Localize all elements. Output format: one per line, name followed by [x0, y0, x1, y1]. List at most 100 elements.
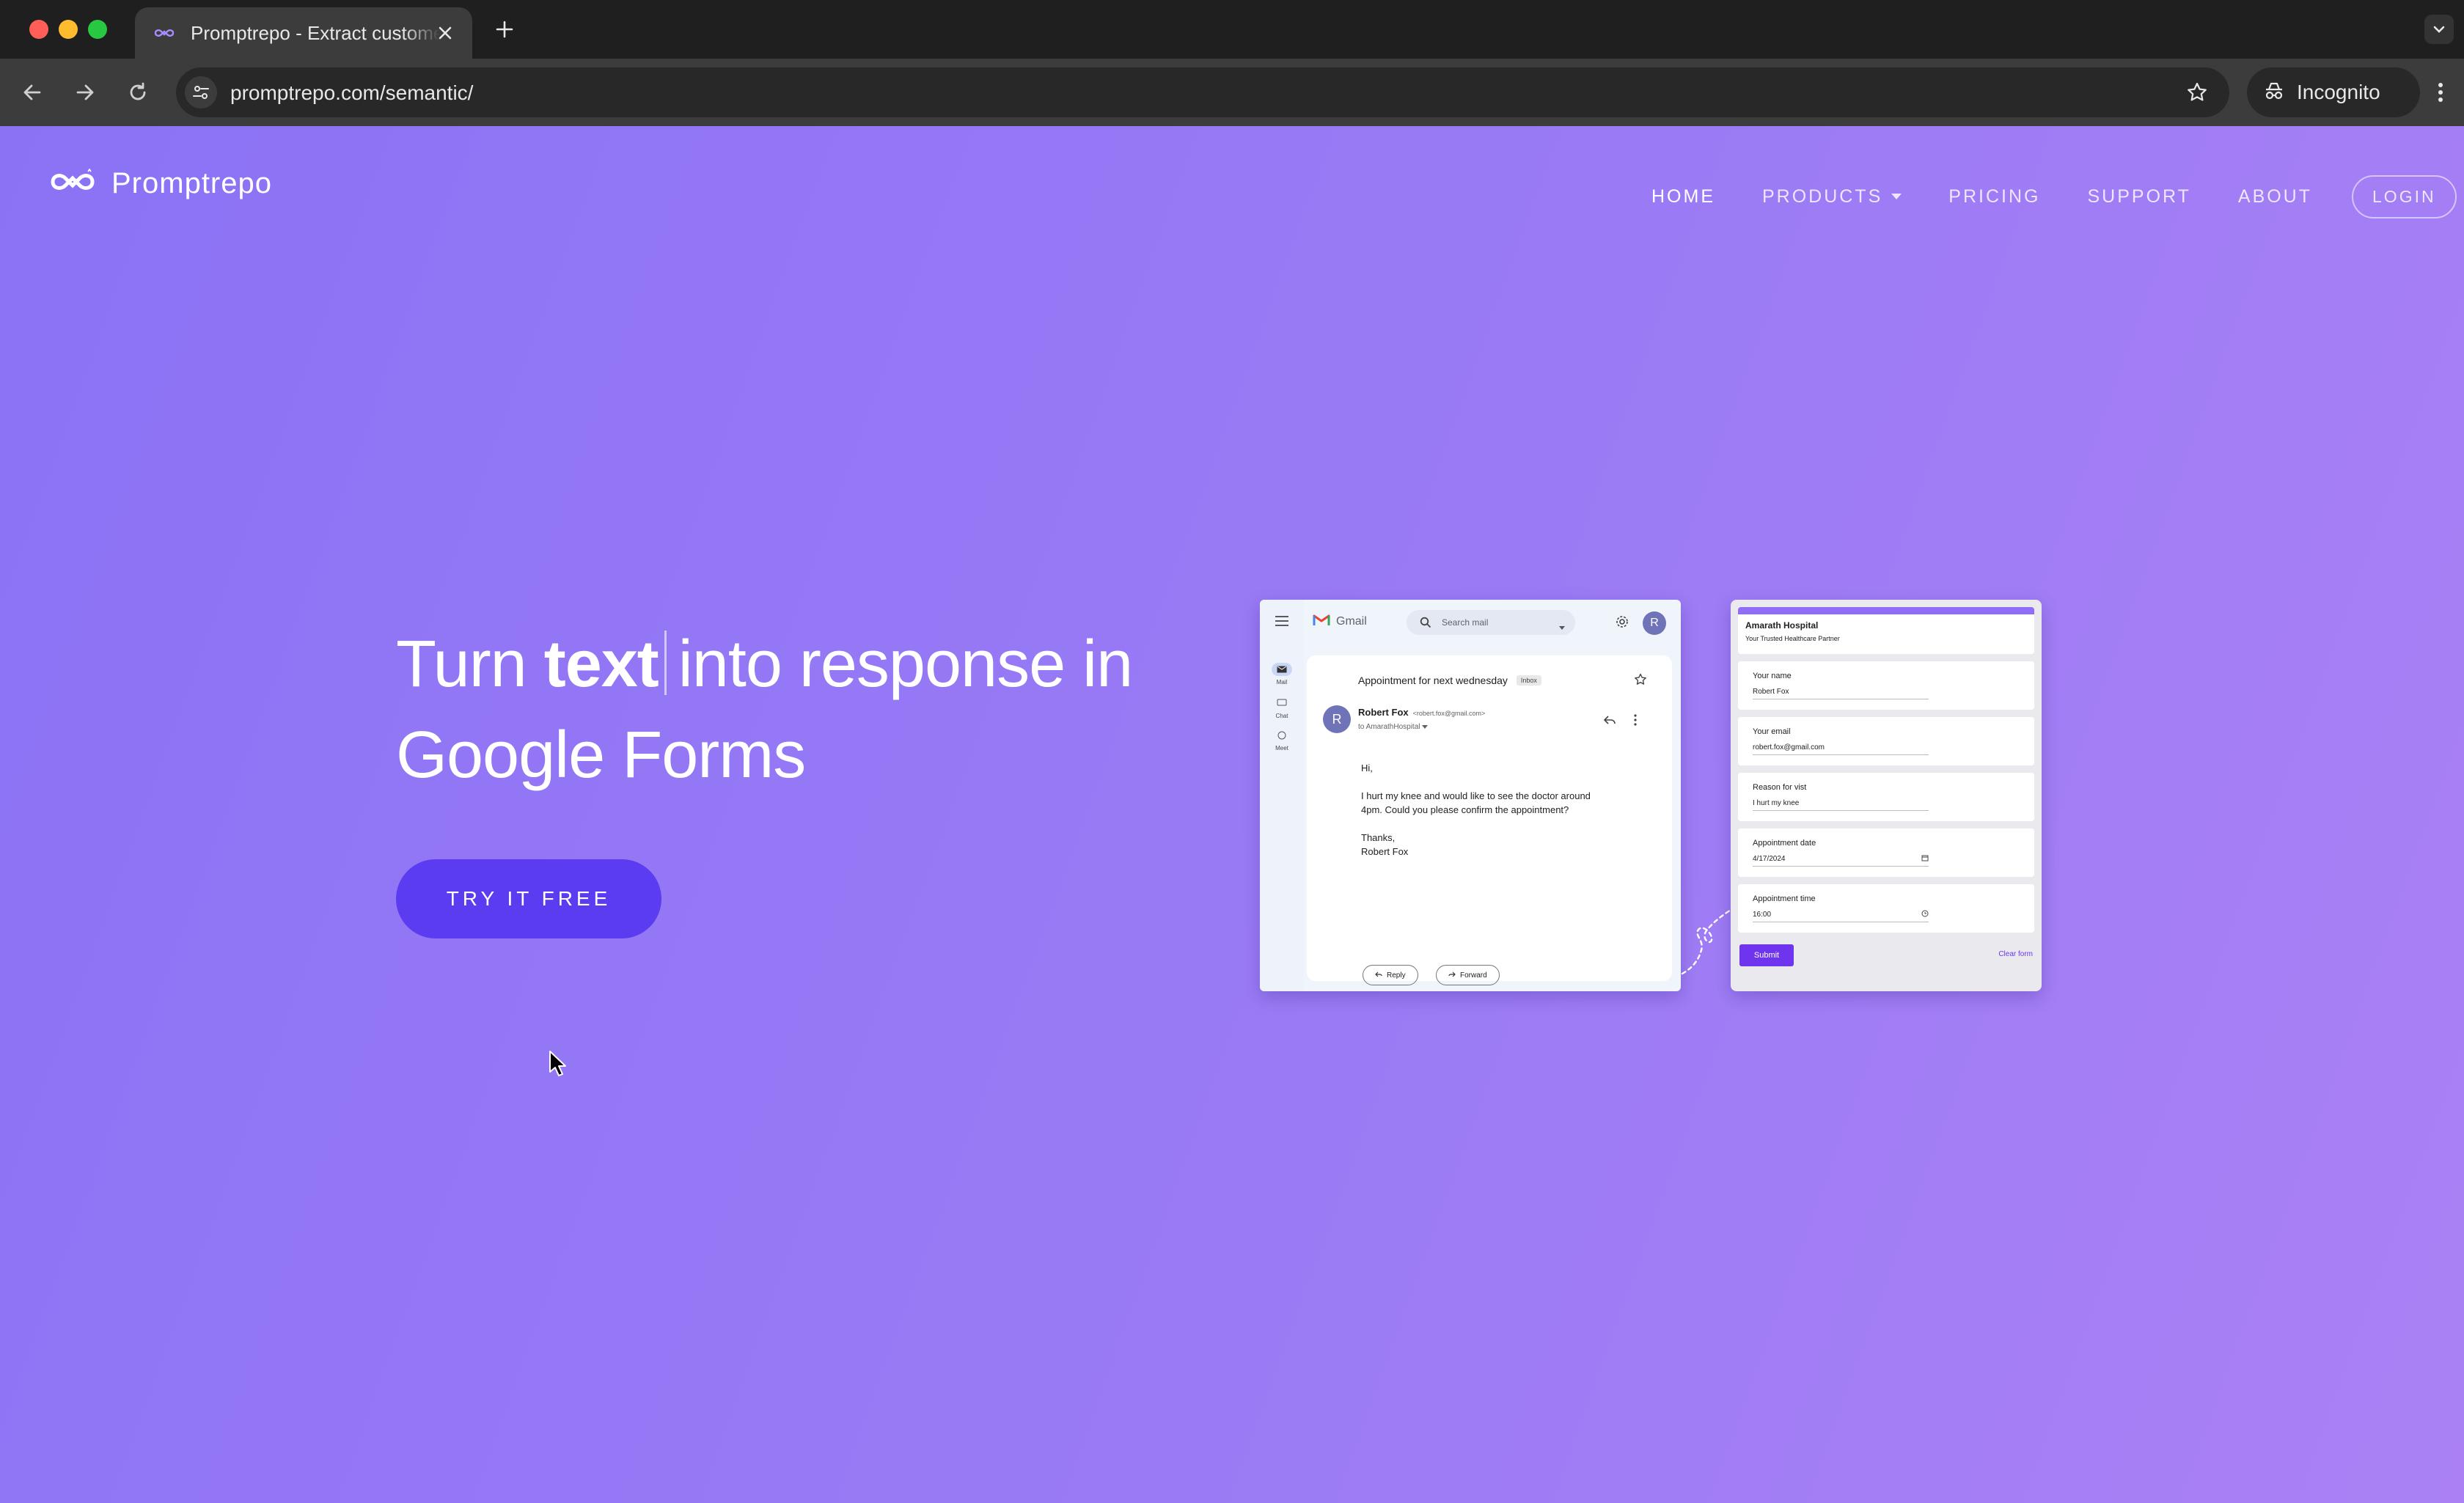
incognito-profile-button[interactable]: Incognito: [2247, 67, 2420, 117]
new-tab-plus-icon[interactable]: [490, 15, 519, 44]
tab-search-chevron-down-icon[interactable]: [2424, 15, 2454, 44]
form-field-email: Your email robert.fox@gmail.com: [1738, 717, 2034, 765]
browser-tab-bar: Promptrepo - Extract customer data: [0, 0, 2464, 59]
back-arrow-icon[interactable]: [15, 75, 50, 110]
site-logo[interactable]: Promptrepo: [48, 167, 272, 200]
email-subject: Appointment for next wednesday: [1358, 675, 1508, 686]
form-field-date: Appointment date 4/17/2024: [1738, 828, 2034, 877]
email-body-main: I hurt my knee and would like to see the…: [1361, 790, 1591, 815]
try-it-free-button[interactable]: TRY IT FREE: [396, 859, 661, 938]
hero-headline-line2: Google Forms: [396, 719, 806, 792]
gear-icon: [1615, 614, 1629, 633]
form-field-value: Robert Fox: [1753, 688, 1929, 699]
email-body-greeting: Hi,: [1361, 762, 1373, 773]
google-form-mockup: Amarath Hospital Your Trusted Healthcare…: [1731, 600, 2042, 991]
more-vertical-icon: [1634, 714, 1637, 730]
gmail-side-rail: Mail Chat Meet: [1260, 600, 1304, 991]
form-field-value: I hurt my knee: [1753, 799, 1929, 811]
nav-products-label: PRODUCTS: [1762, 185, 1883, 207]
gmail-rail-mail-label: Mail: [1276, 679, 1288, 686]
mouse-pointer-icon: [549, 1050, 568, 1081]
reply-small-icon: [1375, 971, 1382, 980]
gmail-search-bar: Search mail: [1407, 610, 1575, 635]
gmail-email-card: Appointment for next wednesday Inbox R R…: [1307, 655, 1672, 985]
reply-arrow-icon: [1603, 714, 1616, 730]
meet-video-icon: [1272, 729, 1292, 742]
promptrepo-favicon-icon: [153, 26, 176, 40]
gmail-logo: Gmail: [1313, 613, 1367, 630]
form-field-label: Your email: [1753, 727, 1791, 736]
nav-products[interactable]: PRODUCTS: [1762, 186, 1902, 207]
incognito-label: Incognito: [2297, 81, 2380, 103]
gmail-rail-chat-label: Chat: [1275, 713, 1288, 719]
form-header-card: Amarath Hospital Your Trusted Healthcare…: [1738, 607, 2034, 654]
form-field-time: Appointment time 16:00: [1738, 884, 2034, 933]
bookmark-star-icon[interactable]: [2182, 78, 2212, 107]
hero-headline-part2: into response in: [678, 628, 1133, 701]
recipient-text: to AmarathHospital: [1358, 723, 1420, 731]
browser-toolbar: promptrepo.com/semantic/ Incognito: [0, 59, 2464, 126]
form-field-label: Appointment date: [1753, 839, 1816, 848]
form-field-value: 16:00: [1753, 911, 1772, 919]
gmail-logo-text: Gmail: [1336, 614, 1367, 628]
gmail-rail-meet: Meet: [1267, 729, 1297, 752]
nav-support[interactable]: SUPPORT: [2087, 186, 2190, 207]
page-viewport: Promptrepo HOME PRODUCTS PRICING SUPPORT…: [0, 126, 2464, 1503]
forward-arrow-icon[interactable]: [67, 75, 103, 110]
close-tab-icon[interactable]: [433, 21, 458, 45]
form-field-label: Your name: [1753, 672, 1792, 680]
nav-pricing[interactable]: PRICING: [1948, 186, 2040, 207]
window-minimize-button[interactable]: [59, 20, 78, 39]
email-body: Hi, I hurt my knee and would like to see…: [1361, 761, 1610, 859]
email-body-signature: Robert Fox: [1361, 846, 1409, 857]
gmail-search-placeholder: Search mail: [1442, 617, 1489, 628]
url-text[interactable]: promptrepo.com/semantic/: [230, 81, 473, 105]
gmail-rail-mail: Mail: [1267, 663, 1297, 686]
form-field-date-value: 4/17/2024: [1753, 855, 1929, 867]
gmail-rail-chat: Chat: [1267, 697, 1297, 719]
clock-icon: [1921, 910, 1929, 919]
hamburger-menu-icon: [1275, 616, 1289, 630]
incognito-icon: [2263, 81, 2285, 104]
site-settings-tune-icon[interactable]: [185, 76, 217, 109]
gmail-m-logo-icon: [1313, 613, 1330, 630]
address-bar[interactable]: promptrepo.com/semantic/: [176, 67, 2229, 117]
login-button[interactable]: LOGIN: [2352, 174, 2457, 218]
gmail-reply-label: Reply: [1387, 971, 1406, 980]
main-navigation: HOME PRODUCTS PRICING SUPPORT ABOUT LOGI…: [1651, 169, 2457, 224]
reload-icon[interactable]: [120, 75, 155, 110]
sender-name: Robert Fox: [1358, 707, 1409, 718]
connector-squiggle-icon: [1679, 906, 1735, 980]
form-field-label: Appointment time: [1753, 894, 1816, 903]
chat-bubble-icon: [1272, 697, 1292, 710]
caret-down-icon: [1891, 194, 1902, 199]
form-subtitle: Your Trusted Healthcare Partner: [1745, 635, 1840, 642]
sender-line: Robert Fox <robert.fox@gmail.com>: [1358, 707, 1485, 718]
typing-caret: [664, 631, 667, 695]
browser-menu-kebab-icon[interactable]: [2427, 75, 2454, 110]
gmail-forward-label: Forward: [1460, 971, 1487, 980]
sender-avatar: R: [1323, 705, 1351, 733]
gmail-mockup: Mail Chat Meet Gmail Search mail R Appoi…: [1260, 600, 1681, 991]
form-field-label: Reason for vist: [1753, 783, 1807, 792]
nav-home[interactable]: HOME: [1651, 186, 1715, 207]
form-title: Amarath Hospital: [1745, 620, 1819, 631]
form-clear-link: Clear form: [1998, 950, 2033, 958]
email-subject-row: Appointment for next wednesday Inbox: [1358, 675, 1541, 686]
hero-headline-keyword: text: [543, 628, 659, 701]
mail-envelope-icon: [1272, 663, 1292, 676]
window-zoom-button[interactable]: [88, 20, 107, 39]
browser-tab-active[interactable]: Promptrepo - Extract customer data: [135, 7, 472, 59]
calendar-icon: [1921, 854, 1929, 864]
recipient-caret-icon: [1422, 723, 1429, 731]
hero-section: Turn text into response in Google Forms: [396, 619, 1188, 801]
form-submit-button: Submit: [1739, 944, 1794, 966]
window-close-button[interactable]: [29, 20, 48, 39]
hero-headline-part1: Turn: [396, 628, 544, 701]
gmail-rail-meet-label: Meet: [1275, 745, 1288, 752]
nav-about[interactable]: ABOUT: [2238, 186, 2312, 207]
infinity-mask-logo-icon: [48, 168, 97, 199]
search-icon: [1420, 617, 1431, 632]
form-field-name: Your name Robert Fox: [1738, 661, 2034, 710]
email-star-icon: [1634, 673, 1647, 690]
